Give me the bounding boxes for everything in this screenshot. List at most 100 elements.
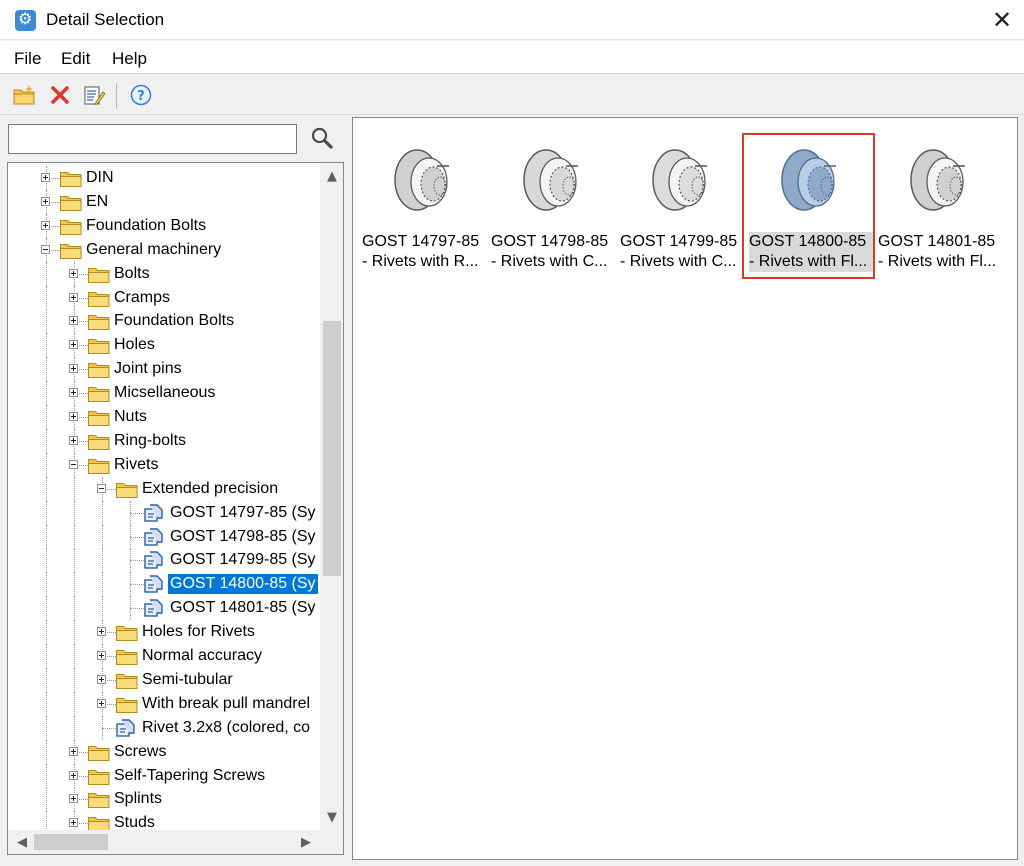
title-bar: Detail Selection ✕: [0, 0, 1024, 40]
expand-plus-icon[interactable]: [69, 292, 78, 302]
collapse-minus-icon[interactable]: [69, 459, 78, 469]
tree-item[interactable]: Joint pins: [8, 357, 320, 382]
expand-plus-icon[interactable]: [69, 340, 78, 350]
expand-plus-icon[interactable]: [69, 435, 78, 445]
thumbnail-item[interactable]: GOST 14799-85 - Rivets with C...: [613, 136, 743, 276]
expand-plus-icon[interactable]: [69, 388, 78, 398]
tree-item[interactable]: Rivet 3.2x8 (colored, co: [8, 715, 320, 740]
thumbnail-item[interactable]: GOST 14797-85 - Rivets with R...: [355, 136, 485, 276]
thumbnail-panel[interactable]: GOST 14797-85- Rivets with R... GOST 1479…: [352, 117, 1018, 860]
tree-item[interactable]: EN: [8, 189, 320, 214]
tree-item[interactable]: Foundation Bolts: [8, 309, 320, 334]
tree-item[interactable]: Holes: [8, 333, 320, 358]
menu-file[interactable]: File: [14, 49, 41, 69]
tree-guide-line: [46, 476, 47, 501]
tree-horizontal-scrollbar[interactable]: ◀ ▶: [8, 830, 320, 854]
tree-item[interactable]: Studs: [8, 811, 320, 830]
expand-plus-icon[interactable]: [41, 173, 50, 182]
thumbnail-item[interactable]: GOST 14801-85 - Rivets with Fl...: [871, 136, 1001, 276]
expand-plus-icon[interactable]: [69, 770, 78, 780]
tree-item[interactable]: Splints: [8, 787, 320, 812]
thumbnail-item[interactable]: GOST 14800-85 - Rivets with Fl...: [742, 133, 875, 279]
tree-guide-line: [46, 261, 47, 286]
expand-plus-icon[interactable]: [69, 364, 78, 374]
thumbnail-title: GOST 14797-85: [362, 233, 480, 250]
menu-help[interactable]: Help: [112, 49, 147, 69]
tree-item[interactable]: Foundation Bolts: [8, 213, 320, 238]
expand-plus-icon[interactable]: [69, 794, 78, 804]
tree-item[interactable]: Semi-tubular: [8, 667, 320, 692]
help-button[interactable]: ?: [129, 83, 153, 107]
expand-plus-icon[interactable]: [97, 627, 106, 637]
tree-guide-line: [74, 715, 75, 740]
tree-item[interactable]: GOST 14797-85 (Sy: [8, 500, 320, 525]
expand-plus-icon[interactable]: [97, 698, 106, 708]
tree-item-label: DIN: [86, 169, 114, 186]
tree-item[interactable]: GOST 14801-85 (Sy: [8, 596, 320, 621]
scroll-down-arrow-icon[interactable]: ▼: [320, 806, 343, 828]
delete-button[interactable]: [48, 83, 72, 107]
menu-edit[interactable]: Edit: [61, 49, 90, 69]
scroll-right-arrow-icon[interactable]: ▶: [294, 831, 318, 853]
tree-item[interactable]: Screws: [8, 739, 320, 764]
expand-plus-icon[interactable]: [41, 220, 50, 230]
expand-plus-icon[interactable]: [69, 746, 78, 756]
tree-item-selected[interactable]: GOST 14800-85 (Sy: [8, 572, 320, 597]
tree-guide-line: [74, 500, 75, 525]
folder-icon: [88, 791, 110, 809]
tree-item[interactable]: Bolts: [8, 261, 320, 286]
tree-item-label: GOST 14798-85 (Sy: [170, 527, 316, 545]
tree-item[interactable]: With break pull mandrel: [8, 691, 320, 716]
search-input[interactable]: [8, 124, 297, 154]
expand-plus-icon[interactable]: [97, 674, 106, 684]
expand-plus-icon[interactable]: [41, 196, 50, 206]
thumbnail-label: GOST 14801-85 - Rivets with Fl...: [878, 232, 1002, 272]
tree-guide-line: [102, 727, 116, 729]
expand-plus-icon[interactable]: [97, 651, 106, 660]
folder-icon: [60, 194, 82, 211]
tree-guide-line: [46, 572, 47, 597]
scroll-left-arrow-icon[interactable]: ◀: [10, 831, 34, 853]
expand-plus-icon[interactable]: [69, 316, 78, 326]
tree-guide-line: [130, 560, 144, 562]
tree-item[interactable]: Rivets: [8, 452, 320, 477]
tree-item[interactable]: GOST 14798-85 (Sy: [8, 524, 320, 549]
folder-icon: [88, 313, 110, 331]
tree-item[interactable]: General machinery: [8, 237, 320, 262]
thumbnail-title: GOST 14801-85: [878, 233, 996, 250]
thumbnail-label: GOST 14798-85 - Rivets with C...: [491, 232, 615, 272]
thumbnail-item[interactable]: GOST 14798-85 - Rivets with C...: [484, 136, 614, 276]
tree-item[interactable]: Normal accuracy: [8, 644, 320, 668]
tree-item-label: GOST 14797-85 (Sy: [170, 503, 316, 521]
tree-guide-line: [46, 644, 47, 668]
expand-plus-icon[interactable]: [69, 268, 78, 278]
thumbnail-subtitle: - Rivets with R...: [362, 253, 479, 270]
thumbnail-label: GOST 14797-85 - Rivets with R...: [362, 232, 486, 272]
tree-horizontal-scroll-thumb[interactable]: [34, 834, 108, 850]
edit-properties-button[interactable]: [82, 83, 106, 107]
expand-plus-icon[interactable]: [69, 412, 78, 421]
tree-item[interactable]: Holes for Rivets: [8, 620, 320, 645]
tree-vertical-scroll-thumb[interactable]: [323, 321, 341, 576]
tree-item[interactable]: GOST 14799-85 (Sy: [8, 548, 320, 573]
expand-plus-icon[interactable]: [69, 818, 78, 828]
new-folder-button[interactable]: [13, 83, 37, 107]
search-button[interactable]: [308, 124, 336, 152]
tree-item[interactable]: Ring-bolts: [8, 428, 320, 453]
tree-item[interactable]: Self-Tapering Screws: [8, 763, 320, 788]
tree-item[interactable]: Micsellaneous: [8, 381, 320, 406]
tree-view[interactable]: DIN EN Foundation Bolts General machinery Bo…: [7, 162, 344, 855]
tree-item-label: Micsellaneous: [114, 384, 216, 402]
tree-item[interactable]: Cramps: [8, 285, 320, 310]
tree-vertical-scrollbar[interactable]: ▲ ▼: [320, 163, 343, 830]
tree-guide-line: [46, 428, 47, 453]
collapse-minus-icon[interactable]: [41, 244, 50, 254]
tree-item[interactable]: Extended precision: [8, 476, 320, 501]
tree-item[interactable]: Nuts: [8, 405, 320, 429]
folder-icon: [88, 361, 110, 379]
close-button[interactable]: ✕: [980, 0, 1024, 40]
collapse-minus-icon[interactable]: [97, 483, 106, 493]
tree-guide-line: [74, 620, 75, 645]
scroll-up-arrow-icon[interactable]: ▲: [320, 165, 343, 187]
tree-item[interactable]: DIN: [8, 166, 320, 190]
